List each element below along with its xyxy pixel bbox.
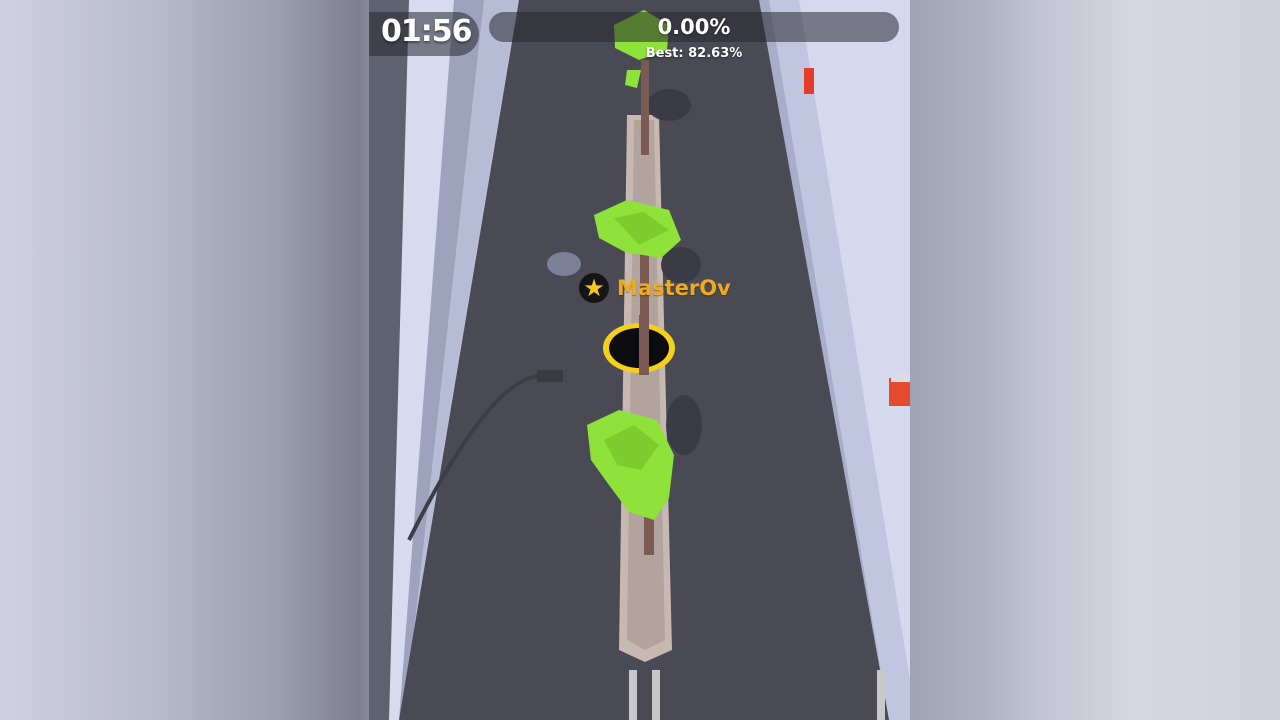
timer-panel: 01:56 <box>369 12 479 56</box>
player-nametag: ★ MasterOv <box>579 272 731 304</box>
player-name: MasterOv <box>617 276 731 300</box>
timer-text: 01:56 <box>381 14 472 49</box>
game-scene <box>369 0 910 720</box>
star-icon: ★ <box>579 273 609 303</box>
fire-hydrant <box>804 68 814 94</box>
manhole-cover <box>547 252 581 276</box>
game-viewport[interactable]: 01:56 0.00% Best: 82.63% ★ MasterOv <box>369 0 910 720</box>
progress-bar: 0.00% <box>489 12 899 42</box>
best-score: Best: 82.63% <box>645 46 743 61</box>
blurred-background-right <box>910 0 1280 720</box>
progress-percent: 0.00% <box>657 15 731 39</box>
